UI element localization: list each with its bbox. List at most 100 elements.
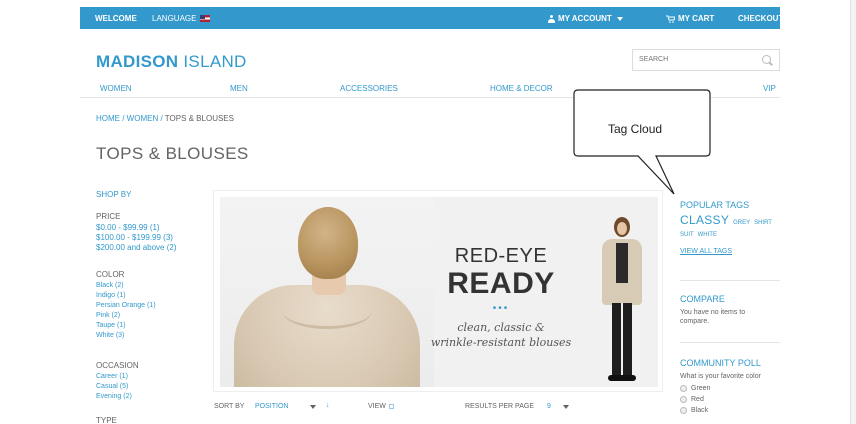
- nav-item-women[interactable]: WOMEN: [100, 84, 132, 93]
- chevron-down-icon[interactable]: [310, 405, 316, 409]
- logo-light: ISLAND: [178, 52, 247, 71]
- breadcrumb-women[interactable]: WOMEN: [127, 114, 159, 123]
- chevron-down-icon: [616, 16, 623, 21]
- search-icon[interactable]: [762, 55, 771, 64]
- tag-link[interactable]: SUIT: [680, 232, 694, 238]
- poll-option-label: Green: [691, 385, 711, 392]
- banner-image: RED-EYE READY ••• clean, classic & wrink…: [220, 197, 658, 387]
- filter-heading: COLOR: [96, 270, 125, 279]
- model-photo: [586, 197, 658, 387]
- breadcrumb-sep: /: [120, 114, 127, 123]
- my-account-menu[interactable]: MY ACCOUNT: [548, 14, 623, 23]
- compare-empty-text: You have no items to compare.: [680, 309, 746, 325]
- banner-text: RED-EYE READY ••• clean, classic & wrink…: [426, 197, 576, 387]
- filter-option[interactable]: White (3): [96, 331, 156, 341]
- divider: [680, 280, 780, 281]
- filter-option[interactable]: Casual (5): [96, 382, 139, 392]
- search-input[interactable]: [639, 56, 749, 63]
- sort-by-label: SORT BY: [214, 403, 245, 410]
- tag-cloud-callout: Tag Cloud: [572, 88, 714, 196]
- filter-option[interactable]: Pink (2): [96, 311, 156, 321]
- sort-by-select[interactable]: POSITION: [255, 403, 288, 410]
- view-label: VIEW: [368, 403, 386, 410]
- filter-option[interactable]: $0.00 - $99.99 (1): [96, 223, 177, 233]
- banner-dots: •••: [492, 303, 510, 314]
- filter-type: TYPE: [96, 416, 117, 424]
- welcome-text: WELCOME: [95, 14, 137, 23]
- scrollbar[interactable]: [850, 0, 856, 424]
- tag-link[interactable]: SHIRT: [754, 220, 772, 226]
- poll-option-label: Red: [691, 396, 704, 403]
- nav-item-men[interactable]: MEN: [230, 84, 248, 93]
- nav-item-home-decor[interactable]: HOME & DECOR: [490, 84, 553, 93]
- poll-option[interactable]: Black: [680, 405, 780, 416]
- breadcrumb-home[interactable]: HOME: [96, 114, 120, 123]
- filter-heading: TYPE: [96, 416, 117, 424]
- poll-option[interactable]: Red: [680, 394, 780, 405]
- my-cart-label: MY CART: [678, 14, 715, 23]
- community-poll-block: COMMUNITY POLL What is your favorite col…: [680, 358, 780, 416]
- filter-option[interactable]: Indigo (1): [96, 291, 156, 301]
- view-all-tags-link[interactable]: VIEW ALL TAGS: [680, 248, 780, 255]
- radio-button[interactable]: [680, 385, 687, 392]
- filter-option[interactable]: $200.00 and above (2): [96, 243, 177, 253]
- chevron-down-icon[interactable]: [563, 405, 569, 409]
- banner-headline-1: RED-EYE: [454, 245, 548, 267]
- category-banner[interactable]: RED-EYE READY ••• clean, classic & wrink…: [213, 190, 663, 392]
- my-cart-link[interactable]: MY CART: [666, 14, 714, 23]
- filter-price: PRICE $0.00 - $99.99 (1) $100.00 - $199.…: [96, 212, 177, 253]
- tag-link[interactable]: CLASSY: [680, 213, 729, 227]
- tag-cloud: CLASSY GREY SHIRT SUIT WHITE: [680, 213, 780, 241]
- filter-option[interactable]: Evening (2): [96, 392, 139, 402]
- results-per-page-select[interactable]: 9: [547, 403, 551, 410]
- compare-heading: COMPARE: [680, 294, 725, 304]
- callout-label: Tag Cloud: [608, 122, 663, 136]
- checkout-link[interactable]: CHECKOUT: [738, 14, 783, 23]
- language-selector[interactable]: LANGUAGE: [152, 14, 211, 23]
- compare-block: COMPARE You have no items to compare.: [680, 294, 780, 326]
- filter-color: COLOR Black (2) Indigo (1) Persian Orang…: [96, 270, 156, 341]
- divider: [680, 342, 780, 343]
- search-box[interactable]: [632, 49, 780, 71]
- us-flag-icon: [200, 15, 211, 22]
- banner-tagline-2: wrinkle-resistant blouses: [430, 336, 572, 349]
- breadcrumb-current: TOPS & BLOUSES: [164, 114, 234, 123]
- breadcrumb: HOME / WOMEN / TOPS & BLOUSES: [96, 114, 234, 123]
- top-bar: WELCOME LANGUAGE MY ACCOUNT MY CART CHEC…: [80, 7, 783, 29]
- language-label: LANGUAGE: [152, 14, 197, 23]
- filter-option[interactable]: $100.00 - $199.99 (3): [96, 233, 177, 243]
- poll-question: What is your favorite color: [680, 373, 761, 380]
- logo[interactable]: MADISON ISLAND: [96, 52, 247, 72]
- nav-item-accessories[interactable]: ACCESSORIES: [340, 84, 398, 93]
- filter-option[interactable]: Persian Orange (1): [96, 301, 156, 311]
- popular-tags-heading: POPULAR TAGS: [680, 200, 750, 210]
- radio-button[interactable]: [680, 407, 687, 414]
- filter-option[interactable]: Black (2): [96, 281, 156, 291]
- cart-icon: [666, 15, 675, 23]
- user-icon: [548, 14, 555, 23]
- banner-headline-2: READY: [447, 267, 555, 300]
- page-title: TOPS & BLOUSES: [96, 144, 249, 163]
- poll-option-label: Black: [691, 407, 709, 414]
- filter-option[interactable]: Taupe (1): [96, 321, 156, 331]
- results-per-page-label: RESULTS PER PAGE: [465, 403, 534, 410]
- radio-button[interactable]: [680, 396, 687, 403]
- filter-option[interactable]: Career (1): [96, 372, 139, 382]
- sort-direction-icon[interactable]: ↓: [326, 402, 330, 409]
- woman-back-photo: [220, 197, 434, 387]
- filter-occasion: OCCASION Career (1) Casual (5) Evening (…: [96, 361, 139, 402]
- logo-bold: MADISON: [96, 52, 179, 71]
- tag-link[interactable]: GREY: [733, 220, 750, 226]
- callout-bubble: [573, 89, 711, 195]
- filter-heading: OCCASION: [96, 361, 139, 370]
- nav-item-vip[interactable]: VIP: [763, 84, 776, 93]
- popular-tags-block: POPULAR TAGS CLASSY GREY SHIRT SUIT WHIT…: [680, 200, 780, 255]
- community-poll-heading: COMMUNITY POLL: [680, 358, 761, 368]
- my-account-label: MY ACCOUNT: [558, 14, 612, 23]
- list-view-icon[interactable]: [389, 404, 394, 409]
- banner-tagline-1: clean, classic &: [457, 321, 545, 334]
- shop-by-heading: SHOP BY: [96, 190, 132, 199]
- tag-link[interactable]: WHITE: [698, 232, 717, 238]
- poll-option[interactable]: Green: [680, 383, 780, 394]
- filter-heading: PRICE: [96, 212, 121, 221]
